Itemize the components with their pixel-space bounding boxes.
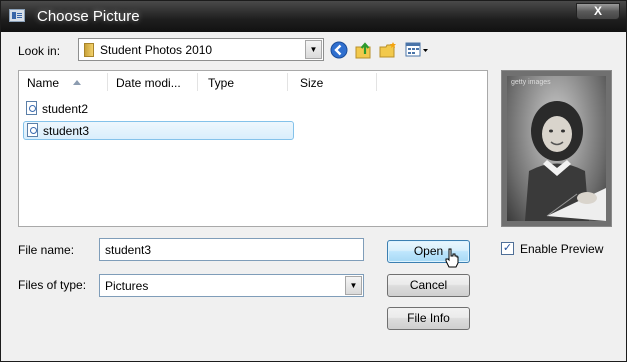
column-type[interactable]: Type [208,76,234,90]
image-file-icon [26,101,37,115]
column-divider[interactable] [197,73,198,91]
column-header: Name Date modi... Type Size [19,71,487,95]
choose-picture-dialog: Choose Picture X Look in: Student Photos… [0,0,627,362]
folder-icon [84,43,94,57]
title-bar[interactable]: Choose Picture X [1,1,626,32]
enable-preview-checkbox[interactable]: ✓ [501,242,514,255]
picture-dialog-icon [9,9,25,22]
chevron-down-icon[interactable]: ▼ [305,40,322,59]
preview-photo: getty images [507,76,606,221]
chevron-down-icon[interactable]: ▼ [345,276,362,295]
list-item[interactable]: student2 [23,100,113,119]
file-type-value: Pictures [105,279,149,293]
student-photo-image [525,101,606,221]
file-name-label: File name: [18,243,75,257]
close-button[interactable]: X [576,3,620,20]
column-divider[interactable] [287,73,288,91]
column-divider[interactable] [376,73,377,91]
window-title: Choose Picture [37,8,140,25]
file-name: student2 [42,102,89,116]
column-date-modified[interactable]: Date modi... [116,76,181,90]
file-type-dropdown[interactable]: Pictures ▼ [99,274,364,297]
image-preview: getty images [501,70,612,227]
column-name[interactable]: Name [27,76,59,90]
back-icon[interactable] [329,40,349,60]
sort-ascending-icon [73,80,81,85]
list-item-selected[interactable]: student3 [23,121,294,140]
watermark-text: getty images [511,79,551,86]
file-info-button[interactable]: File Info [387,307,470,330]
hand-cursor-icon [445,248,459,268]
new-folder-icon[interactable] [378,40,398,60]
views-menu-icon[interactable] [404,40,430,60]
column-size[interactable]: Size [300,76,323,90]
up-folder-icon[interactable] [354,40,374,60]
column-divider[interactable] [107,73,108,91]
look-in-dropdown[interactable]: Student Photos 2010 ▼ [78,38,324,61]
cancel-button[interactable]: Cancel [387,274,470,297]
look-in-value: Student Photos 2010 [100,43,213,57]
file-type-label: Files of type: [18,278,87,292]
file-name-field[interactable]: student3 [99,238,364,261]
enable-preview-label: Enable Preview [520,242,604,256]
look-in-label: Look in: [18,44,61,58]
image-file-icon [27,123,38,137]
file-name: student3 [43,124,90,138]
file-name-value: student3 [105,243,152,257]
file-list-pane[interactable]: Name Date modi... Type Size student2 stu… [18,70,488,227]
